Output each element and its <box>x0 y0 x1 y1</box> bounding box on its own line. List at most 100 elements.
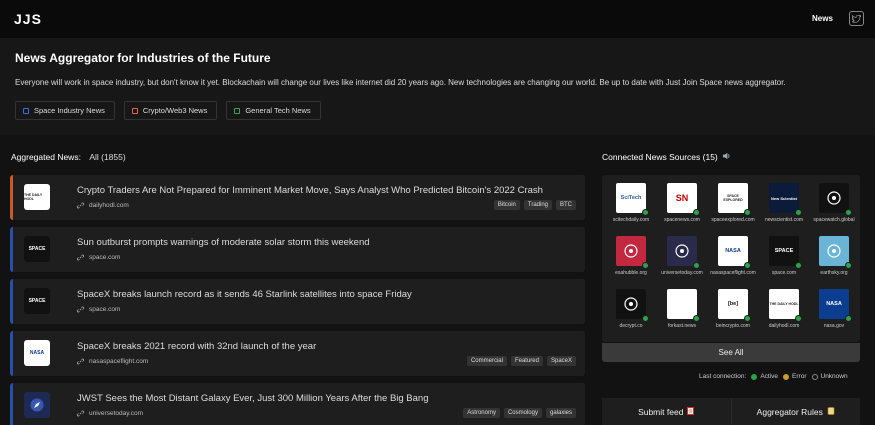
source-logo-icon: SciTech <box>616 183 649 216</box>
legend-error: Error <box>783 373 807 380</box>
source-item[interactable]: spacewatch.global <box>809 183 859 223</box>
tag-badge[interactable]: Trading <box>523 200 552 210</box>
article-source: space.com <box>77 306 120 313</box>
link-icon <box>77 410 84 417</box>
source-label: spaceexplored.com <box>711 217 755 223</box>
aggregated-heading: Aggregated News: All (1855) <box>11 152 126 162</box>
sources-heading-label: Connected News Sources (15) <box>602 152 718 162</box>
status-active-dot <box>744 209 751 216</box>
source-label: nasa.gov <box>823 323 845 329</box>
document-icon <box>687 406 695 417</box>
source-item[interactable]: NASA nasa.gov <box>809 289 859 329</box>
news-item[interactable]: NASA SpaceX breaks 2021 record with 32nd… <box>10 331 585 376</box>
source-item[interactable]: earthsky.org <box>809 236 859 276</box>
tag-badge[interactable]: SpaceX <box>546 356 576 366</box>
aggregator-rules-button[interactable]: Aggregator Rules <box>730 398 861 425</box>
article-tags: Astronomy Cosmology galaxies <box>463 408 576 418</box>
source-label: forkast.news <box>667 323 697 329</box>
legend-active: Active <box>751 373 778 380</box>
source-logo-icon: SN <box>667 183 700 216</box>
category-label: General Tech News <box>245 106 311 115</box>
submit-feed-button[interactable]: Submit feed <box>602 398 731 425</box>
status-active-dot <box>642 262 649 269</box>
speaker-icon[interactable] <box>722 152 731 162</box>
source-item[interactable]: THE DAILY HODL dailyhodl.com <box>759 289 809 329</box>
category-filters: Space Industry News Crypto/Web3 News Gener… <box>15 101 321 120</box>
category-filter-button[interactable]: General Tech News <box>226 101 321 120</box>
tag-badge[interactable]: Commercial <box>466 356 507 366</box>
source-item[interactable]: SciTech scitechdaily.com <box>606 183 656 223</box>
article-thumbnail: NASA <box>24 340 50 366</box>
tag-badge[interactable]: galaxies <box>545 408 576 418</box>
source-item[interactable]: NASA nasaspaceflight.com <box>708 236 758 276</box>
tag-badge[interactable]: Astronomy <box>463 408 500 418</box>
source-item[interactable]: universetoday.com <box>657 236 707 276</box>
source-item[interactable]: decrypt.co <box>606 289 656 329</box>
article-source-label: dailyhodl.com <box>89 202 129 209</box>
aggregated-label: Aggregated News: <box>11 152 81 162</box>
link-icon <box>77 202 84 209</box>
aggregated-filter[interactable]: All (1855) <box>89 152 125 162</box>
source-label: earthsky.org <box>820 270 848 276</box>
source-item[interactable]: SPACE space.com <box>759 236 809 276</box>
article-title[interactable]: Crypto Traders Are Not Prepared for Immi… <box>77 185 543 196</box>
source-item[interactable]: esahubble.org <box>606 236 656 276</box>
aggregator-rules-label: Aggregator Rules <box>756 406 823 417</box>
nav-news-link[interactable]: News <box>812 14 833 23</box>
article-title[interactable]: SpaceX breaks 2021 record with 32nd laun… <box>77 341 316 352</box>
category-filter-button[interactable]: Crypto/Web3 News <box>123 101 218 120</box>
source-item[interactable]: SPACE EXPLORED spaceexplored.com <box>708 183 758 223</box>
news-item[interactable]: SPACE Sun outburst prompts warnings of m… <box>10 227 585 272</box>
source-logo-icon: THE DAILY HODL <box>769 289 802 322</box>
news-item[interactable]: THE DAILY HODL Crypto Traders Are Not Pr… <box>10 175 585 220</box>
source-logo-icon <box>819 183 852 216</box>
source-item[interactable]: New Scientist newscientist.com <box>759 183 809 223</box>
article-tags: Commercial Featured SpaceX <box>466 356 576 366</box>
logo[interactable]: JJS <box>14 11 42 27</box>
news-item[interactable]: SPACE SpaceX breaks launch record as it … <box>10 279 585 324</box>
source-logo-icon <box>616 289 649 322</box>
source-item[interactable]: [be] beincrypto.com <box>708 289 758 329</box>
status-active-dot <box>693 315 700 322</box>
scroll-icon <box>827 406 835 417</box>
status-active-dot <box>795 315 802 322</box>
article-title[interactable]: Sun outburst prompts warnings of moderat… <box>77 237 370 248</box>
source-logo-icon: [be] <box>718 289 751 322</box>
twitter-icon[interactable] <box>849 11 864 26</box>
article-source: nasaspaceflight.com <box>77 358 148 365</box>
source-item[interactable]: SN spacenews.com <box>657 183 707 223</box>
source-label: decrypt.co <box>619 323 643 329</box>
category-square-icon <box>23 107 29 114</box>
tag-badge[interactable]: Bitcoin <box>493 200 520 210</box>
article-title[interactable]: SpaceX breaks launch record as it sends … <box>77 289 412 300</box>
source-label: space.com <box>771 270 797 276</box>
legend-unknown: Unknown <box>811 373 848 380</box>
hero-description: Everyone will work in space industry, bu… <box>15 78 786 87</box>
source-logo-icon <box>667 289 700 322</box>
status-active-dot <box>642 315 649 322</box>
source-label: scitechdaily.com <box>612 217 650 223</box>
link-icon <box>77 358 84 365</box>
tag-badge[interactable]: Featured <box>510 356 543 366</box>
sources-grid: SciTech scitechdaily.com SN spacenews.com SP… <box>602 175 860 342</box>
category-filter-button[interactable]: Space Industry News <box>15 101 115 120</box>
article-source-label: space.com <box>89 306 121 313</box>
tag-badge[interactable]: Cosmology <box>503 408 542 418</box>
tag-badge[interactable]: BTC <box>556 200 576 210</box>
status-active-dot <box>693 209 700 216</box>
article-source: universetoday.com <box>77 410 143 417</box>
status-active-dot <box>744 315 751 322</box>
source-logo-icon: New Scientist <box>769 183 802 216</box>
source-logo-icon: SPACE EXPLORED <box>718 183 751 216</box>
source-logo-icon <box>819 236 852 269</box>
article-source: space.com <box>77 254 120 261</box>
see-all-button[interactable]: See All <box>602 343 860 362</box>
source-item[interactable]: forkast.news <box>657 289 707 329</box>
status-active-dot <box>845 262 852 269</box>
source-logo-icon <box>667 236 700 269</box>
news-item[interactable]: JWST Sees the Most Distant Galaxy Ever, … <box>10 383 585 425</box>
category-square-icon <box>131 107 138 114</box>
source-logo-icon: NASA <box>718 236 751 269</box>
article-title[interactable]: JWST Sees the Most Distant Galaxy Ever, … <box>77 393 429 404</box>
news-list: THE DAILY HODL Crypto Traders Are Not Pr… <box>10 175 585 425</box>
